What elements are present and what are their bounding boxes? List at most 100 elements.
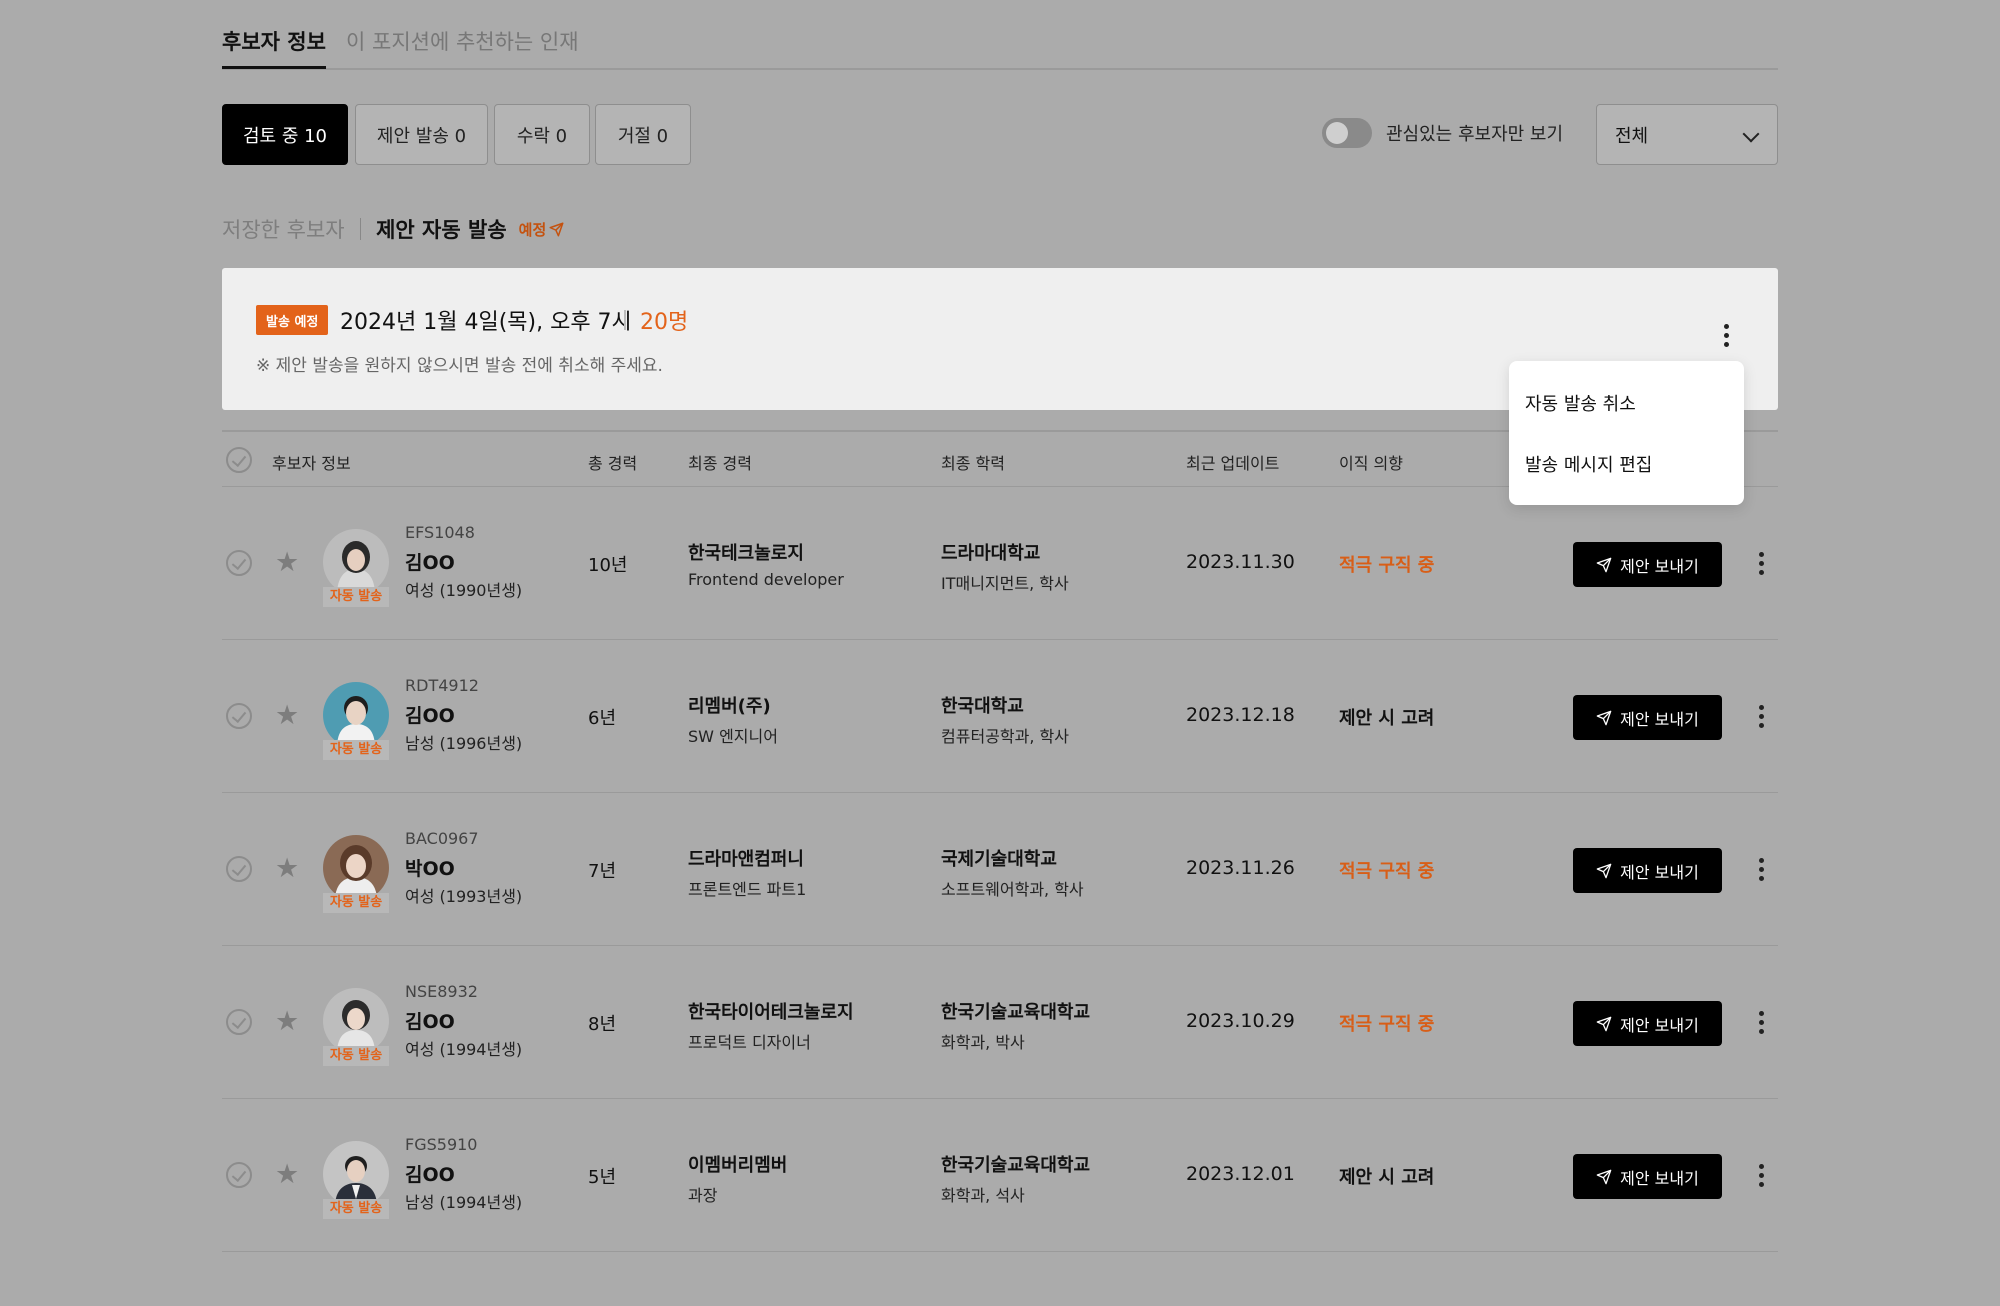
row-checkbox[interactable]	[226, 550, 252, 576]
auto-send-title[interactable]: 제안 자동 발송	[376, 214, 507, 244]
star-icon[interactable]: ★	[275, 549, 299, 576]
send-offer-button[interactable]: 제안 보내기	[1573, 695, 1722, 740]
row-checkbox[interactable]	[226, 1162, 252, 1188]
candidate-id: BAC0967	[405, 829, 479, 848]
status-reviewing-button[interactable]: 검토 중 10	[222, 104, 348, 165]
star-icon[interactable]: ★	[275, 1161, 299, 1188]
more-vertical-icon[interactable]	[1759, 552, 1765, 576]
status-accepted-label: 수락 0	[516, 125, 568, 147]
last-company: 이멤버리멤버	[688, 1155, 788, 1176]
star-icon[interactable]: ★	[275, 702, 299, 729]
status-rejected-button[interactable]: 거절 0	[595, 104, 691, 165]
updated-date: 2023.11.26	[1186, 857, 1295, 879]
last-role: 프론트엔드 파트1	[688, 880, 807, 899]
star-icon[interactable]: ★	[275, 1008, 299, 1035]
send-offer-button[interactable]: 제안 보내기	[1573, 1001, 1722, 1046]
row-checkbox[interactable]	[226, 856, 252, 882]
filter-select[interactable]: 전체	[1596, 104, 1778, 165]
row-checkbox[interactable]	[226, 1009, 252, 1035]
send-offer-button[interactable]: 제안 보내기	[1573, 1154, 1722, 1199]
schedule-count: 20명	[640, 310, 689, 335]
table-row: ★ 자동 발송 NSE8932 김OO 여성 (1994년생) 8년 한국타이어…	[222, 946, 1778, 1099]
menu-item-edit-message[interactable]: 발송 메시지 편집	[1525, 451, 1652, 477]
send-icon	[549, 222, 564, 236]
status-offer-sent-label: 제안 발송 0	[376, 125, 467, 147]
header-updated: 최근 업데이트	[1186, 454, 1280, 473]
top-tabs: 후보자 정보 이 포지션에 추천하는 인재	[222, 0, 1778, 70]
more-vertical-icon[interactable]	[1759, 1011, 1765, 1035]
send-icon	[1596, 557, 1612, 572]
candidate-name: 김OO	[405, 705, 455, 727]
status-offer-sent-button[interactable]: 제안 발송 0	[355, 104, 488, 165]
send-icon	[1596, 863, 1612, 878]
job-intent: 적극 구직 중	[1339, 861, 1435, 882]
candidate-id: EFS1048	[405, 523, 475, 542]
header-intent: 이직 의향	[1339, 454, 1403, 473]
auto-send-tag: 자동 발송	[323, 1199, 389, 1219]
send-offer-label: 제안 보내기	[1620, 1015, 1699, 1035]
table-row: ★ 자동 발송 RDT4912 김OO 남성 (1996년생) 6년 리멤버(주…	[222, 640, 1778, 793]
updated-date: 2023.12.18	[1186, 704, 1295, 726]
tab-recommended-label: 이 포지션에 추천하는 인재	[346, 30, 579, 54]
updated-date: 2023.11.30	[1186, 551, 1295, 573]
scheduled-badge-label: 발송 예정	[266, 314, 319, 330]
total-experience: 8년	[588, 1014, 617, 1035]
schedule-datetime: 2024년 1월 4일(목), 오후 7시	[340, 310, 632, 335]
status-accepted-button[interactable]: 수락 0	[494, 104, 590, 165]
send-offer-label: 제안 보내기	[1620, 1168, 1699, 1188]
tab-recommended[interactable]: 이 포지션에 추천하는 인재	[346, 26, 579, 56]
last-company: 한국테크놀로지	[688, 543, 804, 564]
tab-candidate-info[interactable]: 후보자 정보	[222, 26, 326, 69]
candidate-gender: 남성 (1996년생)	[405, 734, 523, 753]
saved-candidates-link[interactable]: 저장한 후보자	[222, 214, 345, 244]
auto-send-tag: 자동 발송	[323, 893, 389, 913]
chevron-down-icon	[1742, 125, 1760, 143]
auto-send-tag: 자동 발송	[323, 1046, 389, 1066]
school: 한국기술교육대학교	[941, 1155, 1091, 1176]
row-checkbox[interactable]	[226, 703, 252, 729]
section-heading: 저장한 후보자 제안 자동 발송 예정	[222, 214, 564, 244]
send-offer-button[interactable]: 제안 보내기	[1573, 848, 1722, 893]
header-last-education: 최종 학력	[941, 454, 1005, 473]
favorites-toggle-wrap: 관심있는 후보자만 보기	[1322, 118, 1563, 148]
job-intent: 적극 구직 중	[1339, 1014, 1435, 1035]
school: 국제기술대학교	[941, 849, 1057, 870]
avatar	[323, 835, 389, 901]
scheduled-indicator: 예정	[519, 219, 565, 240]
more-vertical-icon[interactable]	[1724, 324, 1730, 348]
job-intent: 적극 구직 중	[1339, 555, 1435, 576]
scheduled-badge: 발송 예정	[256, 305, 329, 335]
star-icon[interactable]: ★	[275, 855, 299, 882]
table-row: ★ 자동 발송 BAC0967 박OO 여성 (1993년생) 7년 드라마앤컴…	[222, 793, 1778, 946]
last-role: 프로덕트 디자이너	[688, 1033, 811, 1052]
major: 화학과, 박사	[941, 1033, 1025, 1052]
favorites-toggle-label: 관심있는 후보자만 보기	[1386, 124, 1564, 145]
favorites-toggle[interactable]	[1322, 118, 1372, 148]
active-tab-underline	[222, 66, 326, 69]
last-company: 리멤버(주)	[688, 696, 771, 717]
last-company: 한국타이어테크놀로지	[688, 1002, 854, 1023]
last-company: 드라마앤컴퍼니	[688, 849, 804, 870]
school: 한국기술교육대학교	[941, 1002, 1091, 1023]
scheduled-label: 예정	[518, 220, 547, 239]
more-vertical-icon[interactable]	[1759, 705, 1765, 729]
last-role: 과장	[688, 1186, 718, 1205]
table-row: ★ 자동 발송 FGS5910 김OO 남성 (1994년생) 5년 이멤버리멤…	[222, 1099, 1778, 1252]
select-all-checkbox[interactable]	[226, 447, 252, 473]
menu-item-cancel-auto-send[interactable]: 자동 발송 취소	[1525, 390, 1636, 416]
tab-candidate-info-label: 후보자 정보	[222, 30, 326, 54]
more-vertical-icon[interactable]	[1759, 1164, 1765, 1188]
more-vertical-icon[interactable]	[1759, 858, 1765, 882]
candidate-gender: 여성 (1994년생)	[405, 1040, 523, 1059]
last-role: Frontend developer	[688, 570, 844, 589]
auto-send-tag: 자동 발송	[323, 587, 389, 607]
job-intent: 제안 시 고려	[1339, 1167, 1435, 1188]
major: 소프트웨어학과, 학사	[941, 880, 1084, 899]
card-divider	[624, 310, 626, 330]
total-experience: 10년	[588, 555, 628, 576]
send-offer-button[interactable]: 제안 보내기	[1573, 542, 1722, 587]
total-experience: 6년	[588, 708, 617, 729]
total-experience: 5년	[588, 1167, 617, 1188]
send-offer-label: 제안 보내기	[1620, 862, 1699, 882]
header-last-career: 최종 경력	[688, 454, 752, 473]
